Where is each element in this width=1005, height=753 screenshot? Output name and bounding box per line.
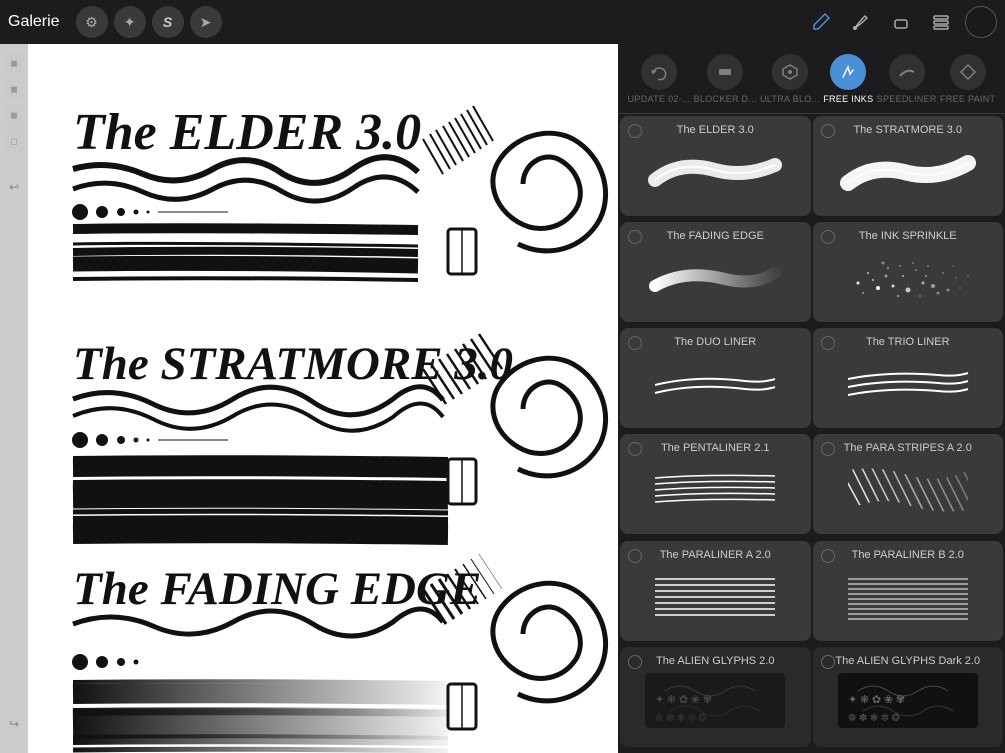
brush-preview-elder bbox=[628, 142, 803, 197]
brush-label-pentaliner: The PENTALINER 2.1 bbox=[661, 442, 770, 454]
svg-text:The STRATMORE 3.0: The STRATMORE 3.0 bbox=[73, 338, 513, 390]
tab-ultra[interactable]: ULTRA BLO... bbox=[760, 54, 820, 104]
brush-select-ink-sprinkle[interactable] bbox=[821, 230, 835, 244]
brush-preview-para-stripes bbox=[821, 460, 996, 515]
tab-update02[interactable]: UPDATE 02-... bbox=[628, 54, 691, 104]
brush-label-alien-glyphs: The ALIEN GLYPHS 2.0 bbox=[656, 655, 774, 667]
brush-preview-fading-edge bbox=[628, 248, 803, 303]
tab-speedliner[interactable]: SPEEDLINER bbox=[877, 54, 937, 104]
brush-category-tabs: UPDATE 02-... BLOCKER D... ULTRA BLO... … bbox=[618, 44, 1005, 114]
brush-preview-alien-glyphs: ✦ ❋ ✿ ❀ ✾ ❁ ✽ ❃ ✼ ❂ bbox=[628, 673, 803, 728]
sidebar-btn-3[interactable]: ◼ bbox=[3, 104, 25, 126]
sidebar-btn-4[interactable]: ◻ bbox=[3, 130, 25, 152]
user-avatar[interactable] bbox=[965, 6, 997, 38]
brush-select-elder[interactable] bbox=[628, 124, 642, 138]
brush-select-paraliner-b[interactable] bbox=[821, 549, 835, 563]
tab-ultra-icon bbox=[772, 54, 808, 90]
brush-select-duo-liner[interactable] bbox=[628, 336, 642, 350]
canvas-content: The ELDER 3.0 bbox=[28, 44, 618, 753]
tab-blocker-label: BLOCKER D... bbox=[694, 94, 757, 104]
left-sidebar: ◼ ◼ ◼ ◻ ↩ ↪ bbox=[0, 44, 28, 753]
tab-freepaint-label: FREE PAINT bbox=[940, 94, 995, 104]
brush-cell-paraliner-a[interactable]: The PARALINER A 2.0 bbox=[620, 541, 811, 641]
brush-select-alien-glyphs[interactable] bbox=[628, 655, 642, 669]
brush-select-para-stripes[interactable] bbox=[821, 442, 835, 456]
brush-cell-pentaliner[interactable]: The PENTALINER 2.1 bbox=[620, 434, 811, 534]
brush-select-pentaliner[interactable] bbox=[628, 442, 642, 456]
transform-tool-button[interactable]: ➤ bbox=[190, 6, 222, 38]
tab-freeinks-label: FREE INKS bbox=[823, 94, 873, 104]
sidebar-btn-2[interactable]: ◼ bbox=[3, 78, 25, 100]
tab-freepaint[interactable]: FREE PAINT bbox=[940, 54, 995, 104]
brush-cell-stratmore[interactable]: The STRATMORE 3.0 bbox=[813, 116, 1004, 216]
canvas-area[interactable]: The ELDER 3.0 bbox=[0, 0, 618, 753]
tab-freepaint-icon bbox=[950, 54, 986, 90]
brush-cell-trio-liner[interactable]: The TRIO LINER bbox=[813, 328, 1004, 428]
brush-label-alien-glyphs-dark: The ALIEN GLYPHS Dark 2.0 bbox=[835, 655, 980, 667]
brush-preview-duo-liner bbox=[628, 354, 803, 409]
brush-select-paraliner-a[interactable] bbox=[628, 549, 642, 563]
brush-select-alien-glyphs-dark[interactable] bbox=[821, 655, 835, 669]
tab-speedliner-icon bbox=[889, 54, 925, 90]
svg-text:❁ ✽ ❃ ✼ ❂: ❁ ✽ ❃ ✼ ❂ bbox=[848, 713, 900, 724]
app-name: Galerie bbox=[8, 13, 60, 31]
brush-label-ink-sprinkle: The INK SPRINKLE bbox=[859, 230, 957, 242]
tab-freeinks[interactable]: FREE INKS bbox=[823, 54, 873, 104]
brush-cell-alien-glyphs[interactable]: The ALIEN GLYPHS 2.0 ✦ ❋ ✿ ❀ ✾ ❁ ✽ ❃ ✼ ❂ bbox=[620, 647, 811, 747]
undo-button[interactable]: ↩ bbox=[3, 176, 25, 198]
brush-cell-ink-sprinkle[interactable]: The INK SPRINKLE bbox=[813, 222, 1004, 322]
brush-preview-ink-sprinkle bbox=[821, 248, 996, 303]
brush-select-stratmore[interactable] bbox=[821, 124, 835, 138]
brush-cell-fading-edge[interactable]: The FADING EDGE bbox=[620, 222, 811, 322]
brush-label-para-stripes: The PARA STRIPES A 2.0 bbox=[844, 442, 972, 454]
tab-update02-icon bbox=[641, 54, 677, 90]
redo-button[interactable]: ↪ bbox=[3, 713, 25, 735]
brush-cell-elder[interactable]: The ELDER 3.0 bbox=[620, 116, 811, 216]
svg-text:The ELDER 3.0: The ELDER 3.0 bbox=[73, 104, 421, 161]
brush-cell-paraliner-b[interactable]: The PARALINER B 2.0 bbox=[813, 541, 1004, 641]
eraser-tool-button[interactable] bbox=[885, 6, 917, 38]
brush-select-trio-liner[interactable] bbox=[821, 336, 835, 350]
brush-panel: Pinsel + UPDATE 02-... BLOCKER D... ULTR… bbox=[618, 0, 1005, 753]
brush-preview-stratmore bbox=[821, 142, 996, 197]
brush-label-duo-liner: The DUO LINER bbox=[674, 336, 756, 348]
tab-speedliner-label: SPEEDLINER bbox=[877, 94, 937, 104]
brush-preview-trio-liner bbox=[821, 354, 996, 409]
brush-preview-pentaliner bbox=[628, 460, 803, 515]
sidebar-btn-1[interactable]: ◼ bbox=[3, 52, 25, 74]
select-tool-button[interactable]: S bbox=[152, 6, 184, 38]
svg-text:❁ ✽ ❃ ✼ ❂: ❁ ✽ ❃ ✼ ❂ bbox=[655, 713, 707, 724]
right-tools bbox=[805, 6, 997, 38]
tab-ultra-label: ULTRA BLO... bbox=[760, 94, 820, 104]
tab-blocker-icon bbox=[707, 54, 743, 90]
brush-tool-button[interactable] bbox=[845, 6, 877, 38]
brush-label-paraliner-a: The PARALINER A 2.0 bbox=[660, 549, 771, 561]
pen-tool-button[interactable] bbox=[805, 6, 837, 38]
brush-cell-para-stripes[interactable]: The PARA STRIPES A 2.0 bbox=[813, 434, 1004, 534]
brush-select-fading-edge[interactable] bbox=[628, 230, 642, 244]
tab-update02-label: UPDATE 02-... bbox=[628, 94, 691, 104]
brush-cell-duo-liner[interactable]: The DUO LINER bbox=[620, 328, 811, 428]
brush-label-paraliner-b: The PARALINER B 2.0 bbox=[852, 549, 964, 561]
brush-grid: The ELDER 3.0 The STRATMORE 3.0 The FADI bbox=[618, 114, 1005, 753]
brush-preview-paraliner-a bbox=[628, 567, 803, 622]
toolbar: Galerie ⚙ ✦ S ➤ bbox=[0, 0, 1005, 44]
brush-label-elder: The ELDER 3.0 bbox=[677, 124, 754, 136]
svg-text:✦ ❋ ✿ ❀ ✾: ✦ ❋ ✿ ❀ ✾ bbox=[655, 694, 712, 706]
brush-preview-paraliner-b bbox=[821, 567, 996, 622]
brush-preview-alien-glyphs-dark: ✦ ❋ ✿ ❀ ✾ ❁ ✽ ❃ ✼ ❂ bbox=[821, 673, 996, 728]
brush-label-fading-edge: The FADING EDGE bbox=[667, 230, 764, 242]
brush-label-trio-liner: The TRIO LINER bbox=[866, 336, 950, 348]
brush-label-stratmore: The STRATMORE 3.0 bbox=[853, 124, 962, 136]
layers-button[interactable] bbox=[925, 6, 957, 38]
brush-cell-alien-glyphs-dark[interactable]: The ALIEN GLYPHS Dark 2.0 ✦ ❋ ✿ ❀ ✾ ❁ ✽ … bbox=[813, 647, 1004, 747]
tab-blocker[interactable]: BLOCKER D... bbox=[694, 54, 757, 104]
magic-tool-button[interactable]: ✦ bbox=[114, 6, 146, 38]
wrench-tool-button[interactable]: ⚙ bbox=[76, 6, 108, 38]
svg-text:✦ ❋ ✿ ❀ ✾: ✦ ❋ ✿ ❀ ✾ bbox=[848, 694, 905, 706]
tab-freeinks-icon bbox=[830, 54, 866, 90]
canvas-artwork: The ELDER 3.0 bbox=[28, 44, 618, 753]
